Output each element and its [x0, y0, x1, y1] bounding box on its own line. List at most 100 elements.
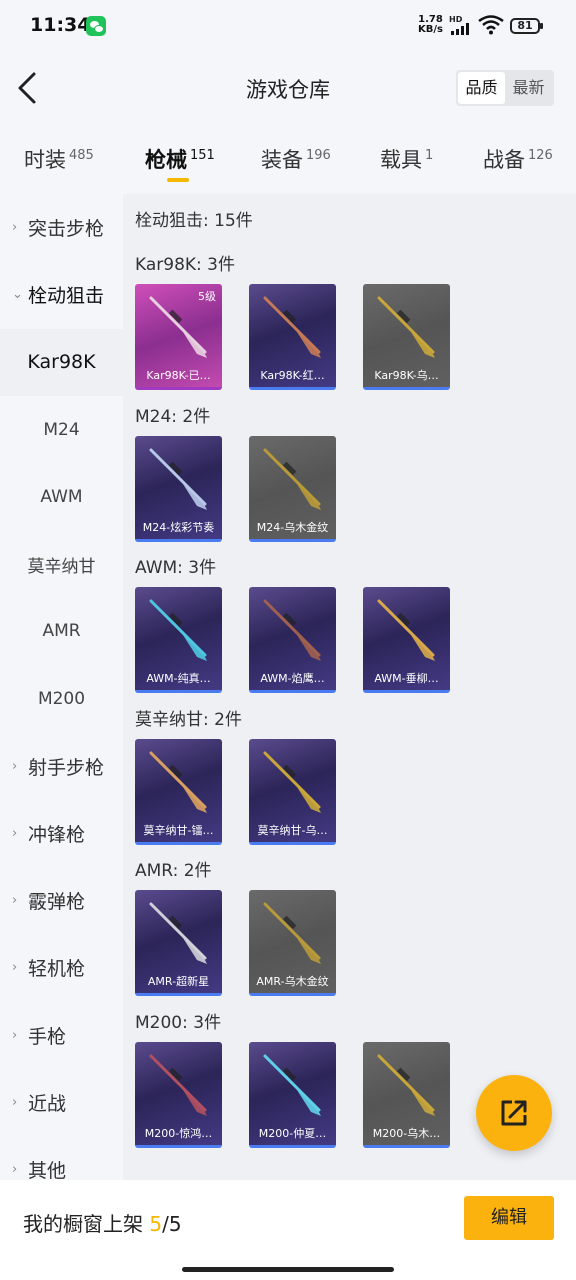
group-label: M200: 3件: [135, 1012, 222, 1033]
tab-label: 装备: [261, 148, 303, 172]
weapon-name: Kar98K-红…: [260, 369, 325, 382]
sidebar-item-bolt-action[interactable]: ⌄ 栓动狙击: [0, 261, 123, 328]
sort-toggle: 品质 最新: [456, 70, 554, 106]
chevron-right-icon: ›: [12, 220, 18, 236]
weapon-card[interactable]: M200-仲夏…: [249, 1041, 336, 1148]
weapon-name: Kar98K-乌…: [374, 369, 439, 382]
sidebar-item-awm[interactable]: AWM: [0, 463, 123, 530]
weapon-card[interactable]: M200-乌木…: [363, 1041, 450, 1148]
weapon-card[interactable]: 莫辛纳甘-乌…: [249, 738, 336, 845]
weapon-name: M200-仲夏…: [258, 1126, 327, 1140]
weapon-name: M200-乌木…: [372, 1126, 441, 1140]
tab-supplies[interactable]: 战备 126: [483, 144, 553, 174]
sidebar-item-label: 冲锋枪: [28, 823, 86, 846]
chevron-right-icon: ›: [12, 960, 18, 976]
rifle-icon: [377, 599, 435, 661]
sidebar-item-label: 莫辛纳甘: [27, 556, 96, 577]
sidebar-item-m200[interactable]: M200: [0, 665, 123, 732]
active-tab-indicator: [167, 178, 189, 182]
rifle-icon: [263, 1054, 321, 1116]
weapon-name: Kar98K-已…: [146, 369, 211, 382]
rifle-icon: [263, 599, 321, 661]
weapon-card[interactable]: AWM-焰鹰…: [249, 587, 336, 693]
sidebar-item-label: 手枪: [28, 1025, 67, 1048]
tab-vehicles[interactable]: 载具 1: [380, 144, 433, 174]
home-indicator[interactable]: [182, 1267, 394, 1272]
tab-fashion[interactable]: 时装 485: [24, 144, 94, 174]
sidebar-item-amr[interactable]: AMR: [0, 598, 123, 665]
category-tabs: 时装 485 枪械 151 装备 196 载具 1 战备 126: [0, 126, 576, 194]
rifle-icon: [263, 902, 321, 964]
sort-newest-button[interactable]: 最新: [505, 72, 552, 104]
sidebar-item-label: Kar98K: [27, 351, 96, 374]
weapon-name: AMR-乌木金纹: [256, 975, 329, 988]
sidebar-item-label: 霰弹枪: [28, 891, 86, 914]
group-label: 莫辛纳甘: 2件: [135, 709, 242, 730]
network-speed: 1.78 KB/s: [418, 15, 443, 35]
wifi-icon: [478, 15, 504, 35]
sidebar-item-smg[interactable]: › 冲锋枪: [0, 800, 123, 867]
sidebar-item-label: 射手步枪: [28, 756, 105, 779]
sidebar-item-lmg[interactable]: › 轻机枪: [0, 934, 123, 1001]
share-button[interactable]: [476, 1075, 552, 1151]
weapon-card[interactable]: M24-乌木金纹: [249, 435, 336, 542]
edit-button[interactable]: 编辑: [464, 1196, 554, 1240]
sidebar-item-m24[interactable]: M24: [0, 396, 123, 463]
sidebar-item-kar98k[interactable]: Kar98K: [0, 328, 123, 396]
tab-count: 151: [190, 148, 215, 163]
tab-count: 1: [425, 148, 434, 163]
tab-count: 196: [306, 148, 331, 163]
showcase-count-total: /5: [162, 1212, 182, 1236]
tab-label: 时装: [24, 148, 66, 172]
rifle-icon: [149, 448, 207, 510]
weapon-card[interactable]: AMR-超新星: [135, 890, 222, 996]
weapon-card[interactable]: Kar98K-红…: [249, 284, 336, 390]
sidebar: › 突击步枪 ⌄ 栓动狙击 Kar98K M24 AWM 莫辛纳甘 AMR M200…: [0, 194, 123, 1182]
weapon-name: AMR-超新星: [147, 975, 210, 988]
weapon-name: M24-炫彩节奏: [142, 520, 215, 534]
sidebar-item-assault-rifle[interactable]: › 突击步枪: [0, 194, 123, 261]
sidebar-item-mosin[interactable]: 莫辛纳甘: [0, 530, 123, 597]
sidebar-item-pistol[interactable]: › 手枪: [0, 1002, 123, 1069]
weapon-name: AWM-纯真…: [146, 672, 211, 685]
weapon-card[interactable]: AWM-纯真…: [135, 587, 222, 693]
sidebar-item-label: AWM: [40, 486, 83, 507]
weapon-card[interactable]: M200-惊鸿…: [135, 1041, 222, 1148]
chevron-right-icon: ›: [12, 1162, 18, 1178]
chevron-right-icon: ›: [12, 1095, 18, 1110]
weapon-card[interactable]: 5级 Kar98K-已…: [135, 284, 222, 390]
weapon-card[interactable]: AMR-乌木金纹: [249, 890, 336, 996]
section-title: 栓动狙击: 15件: [135, 211, 253, 231]
group-label: Kar98K: 3件: [135, 255, 235, 275]
weapon-name: 莫辛纳甘-乌…: [257, 823, 328, 837]
level-badge: 5级: [198, 290, 216, 303]
weapon-card[interactable]: AWM-垂柳…: [363, 587, 450, 693]
chevron-right-icon: ›: [12, 758, 18, 774]
group-label: M24: 2件: [135, 406, 211, 427]
group-label: AMR: 2件: [135, 861, 212, 881]
weapon-card[interactable]: 莫辛纳甘-镭…: [135, 738, 222, 845]
chevron-right-icon: ›: [12, 893, 18, 909]
weapon-card[interactable]: M24-炫彩节奏: [135, 435, 222, 542]
battery-icon: 81: [510, 18, 543, 34]
status-time: 11:34: [30, 14, 91, 36]
sidebar-item-marksman-rifle[interactable]: › 射手步枪: [0, 732, 123, 799]
chevron-down-icon: ⌄: [12, 287, 23, 303]
rifle-icon: [149, 1054, 207, 1116]
sidebar-item-shotgun[interactable]: › 霰弹枪: [0, 867, 123, 934]
bottom-bar: 我的橱窗上架 5/5 编辑: [0, 1180, 576, 1280]
sidebar-item-label: M200: [37, 688, 86, 709]
showcase-label: 我的橱窗上架: [23, 1212, 150, 1236]
tab-label: 载具: [380, 148, 422, 172]
rifle-icon: [377, 1054, 435, 1116]
chevron-right-icon: ›: [12, 1027, 18, 1043]
weapon-name: M24-乌木金纹: [256, 520, 329, 534]
sidebar-item-label: 近战: [28, 1093, 67, 1115]
status-bar: 11:34 1.78 KB/s HD 81: [0, 0, 576, 52]
tab-equipment[interactable]: 装备 196: [261, 144, 331, 174]
weapon-card[interactable]: Kar98K-乌…: [363, 284, 450, 390]
tab-weapons[interactable]: 枪械 151: [145, 144, 215, 174]
wechat-icon: [86, 16, 106, 36]
sidebar-item-melee[interactable]: › 近战: [0, 1069, 123, 1136]
sort-quality-button[interactable]: 品质: [458, 72, 505, 104]
